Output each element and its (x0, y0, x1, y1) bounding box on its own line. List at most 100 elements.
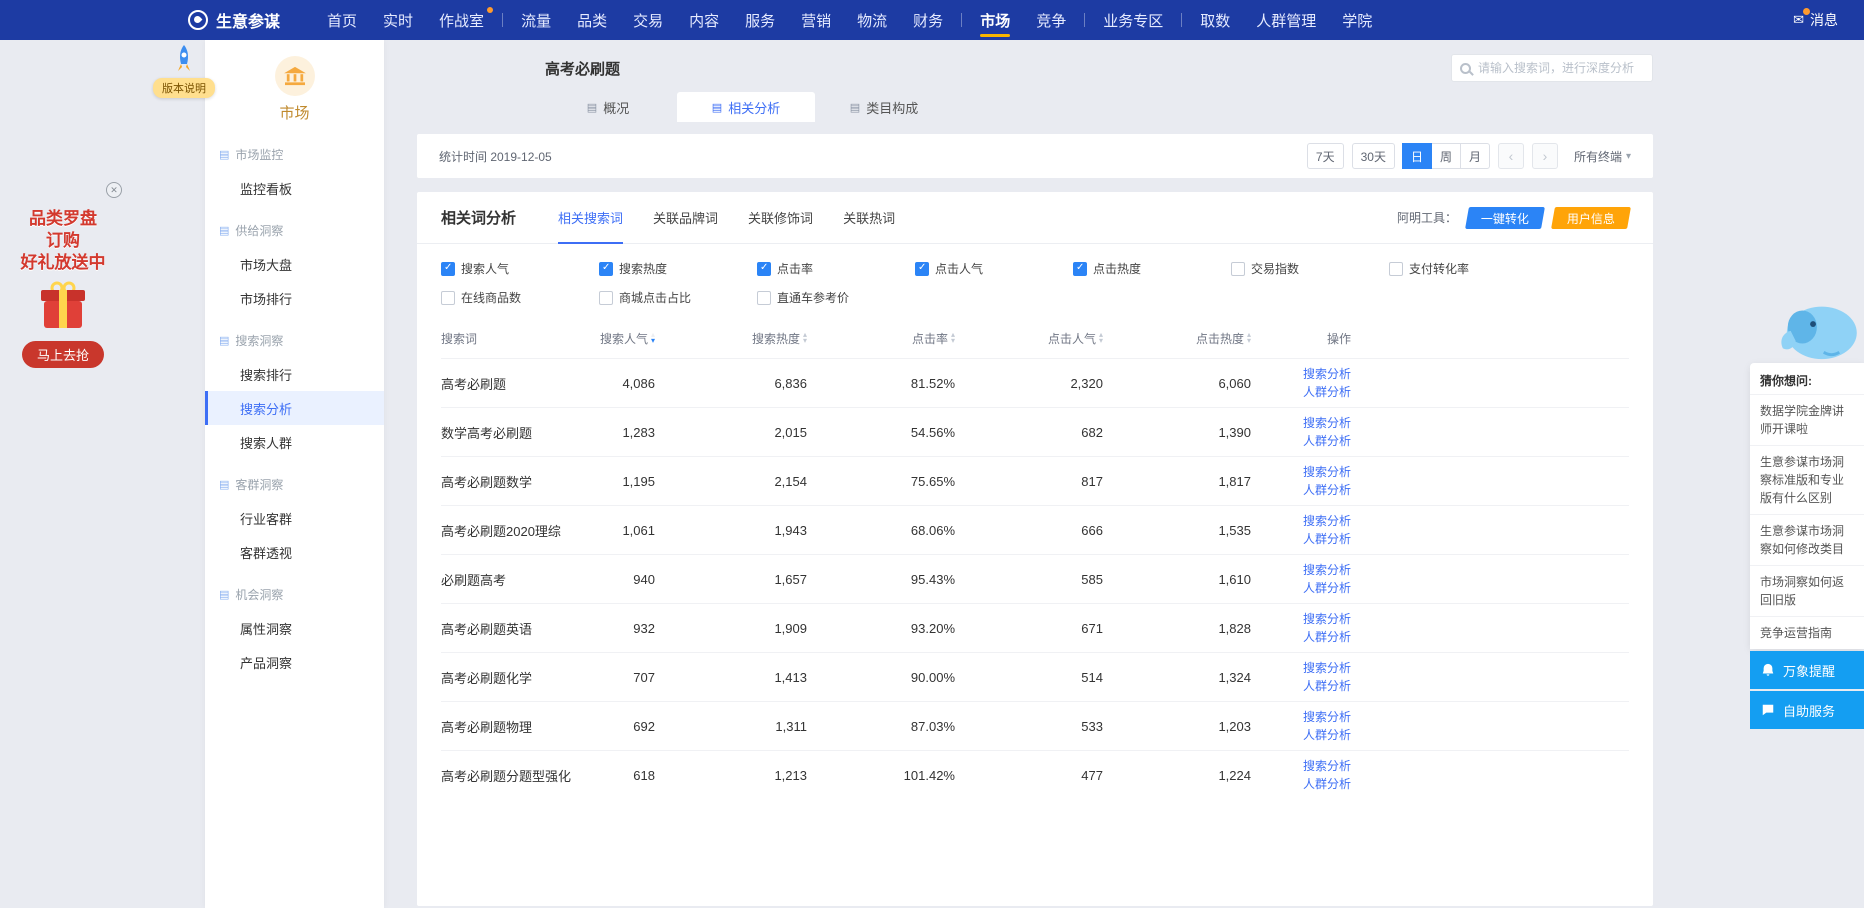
metric-column-header[interactable]: 搜索热度 ▴ ▾ (655, 330, 807, 347)
crowd-analysis-link[interactable]: 人群分析 (1251, 775, 1351, 793)
search-analysis-link[interactable]: 搜索分析 (1251, 610, 1351, 628)
metric-column-header[interactable]: 点击人气 ▴ ▾ (955, 330, 1103, 347)
user-info-button[interactable]: 用户信息 (1551, 207, 1631, 229)
nav-item[interactable]: 物流 (844, 0, 900, 40)
messages-button[interactable]: ✉ 消息 (1793, 10, 1838, 30)
checkbox[interactable] (915, 262, 929, 276)
keyword-search-box[interactable] (1451, 54, 1653, 82)
sidebar-item[interactable]: 搜索分析 (205, 391, 384, 425)
faq-question-link[interactable]: 竞争运营指南 (1750, 616, 1864, 649)
metric-column-header[interactable]: 点击热度 ▴ ▾ (1103, 330, 1251, 347)
sidebar-item[interactable]: 客群透视 (205, 535, 384, 569)
crowd-analysis-link[interactable]: 人群分析 (1251, 677, 1351, 695)
nav-item[interactable]: 取数 (1187, 0, 1243, 40)
search-analysis-link[interactable]: 搜索分析 (1251, 757, 1351, 775)
nav-item[interactable]: 财务 (900, 0, 956, 40)
search-analysis-link[interactable]: 搜索分析 (1251, 659, 1351, 677)
promo-banner[interactable]: ✕ 品类罗盘 订购 好礼放送中 马上去抢 (8, 208, 118, 368)
nav-item[interactable]: 品类 (564, 0, 620, 40)
nav-item[interactable]: 业务专区 (1090, 0, 1176, 40)
checkbox[interactable] (757, 262, 771, 276)
faq-question-link[interactable]: 生意参谋市场洞察标准版和专业版有什么区别 (1750, 445, 1864, 514)
sidebar-item[interactable]: ▤ 搜索洞察 (205, 323, 384, 357)
nav-item[interactable]: 首页 (314, 0, 370, 40)
search-analysis-link[interactable]: 搜索分析 (1251, 365, 1351, 383)
metric-checkbox[interactable]: 搜索热度 (599, 260, 757, 277)
app-logo[interactable]: 生意参谋 (188, 8, 280, 32)
sidebar-item[interactable]: 属性洞察 (205, 611, 384, 645)
sidebar-item[interactable]: ▤ 机会洞察 (205, 577, 384, 611)
checkbox[interactable] (757, 291, 771, 305)
search-icon[interactable] (1460, 63, 1471, 74)
nav-item[interactable]: 作战室 (426, 0, 497, 40)
metric-checkbox[interactable]: 点击率 (757, 260, 915, 277)
faq-question-link[interactable]: 市场洞察如何返回旧版 (1750, 565, 1864, 616)
promo-cta-button[interactable]: 马上去抢 (22, 341, 104, 368)
metric-checkbox[interactable]: 点击人气 (915, 260, 1073, 277)
checkbox[interactable] (599, 262, 613, 276)
crowd-analysis-link[interactable]: 人群分析 (1251, 432, 1351, 450)
nav-item[interactable]: 学院 (1329, 0, 1385, 40)
version-note[interactable]: 版本说明 (146, 44, 222, 98)
detail-tab[interactable]: ▤ 相关分析 (677, 92, 815, 122)
metric-checkbox[interactable]: 直通车参考价 (757, 289, 915, 306)
nav-item[interactable]: 服务 (732, 0, 788, 40)
metric-checkbox[interactable]: 支付转化率 (1389, 260, 1547, 277)
nav-item[interactable]: 市场 (967, 0, 1023, 40)
crowd-analysis-link[interactable]: 人群分析 (1251, 726, 1351, 744)
metric-checkbox[interactable]: 在线商品数 (441, 289, 599, 306)
range-button[interactable]: 30天 (1352, 143, 1395, 169)
terminal-dropdown[interactable]: 所有终端 ▾ (1574, 148, 1631, 165)
word-tab[interactable]: 关联热词 (843, 192, 895, 243)
sidebar-item[interactable]: ▤ 供给洞察 (205, 213, 384, 247)
sidebar-item[interactable]: 搜索排行 (205, 357, 384, 391)
faq-question-link[interactable]: 生意参谋市场洞察如何修改类目 (1750, 514, 1864, 565)
detail-tab[interactable]: ▤ 概况 (539, 92, 677, 122)
sidebar-item[interactable]: 市场排行 (205, 281, 384, 315)
range-button[interactable]: 7天 (1307, 143, 1344, 169)
search-analysis-link[interactable]: 搜索分析 (1251, 414, 1351, 432)
nav-item[interactable]: 流量 (508, 0, 564, 40)
crowd-analysis-link[interactable]: 人群分析 (1251, 579, 1351, 597)
nav-item[interactable]: 竞争 (1023, 0, 1079, 40)
metric-checkbox[interactable]: 商城点击占比 (599, 289, 757, 306)
checkbox[interactable] (1073, 262, 1087, 276)
sidebar-item[interactable]: ▤ 市场监控 (205, 137, 384, 171)
elephant-mascot[interactable] (1750, 292, 1864, 367)
metric-checkbox[interactable]: 交易指数 (1231, 260, 1389, 277)
sidebar-item[interactable]: ▤ 客群洞察 (205, 467, 384, 501)
sidebar-item[interactable]: 产品洞察 (205, 645, 384, 679)
metric-column-header[interactable]: 点击率 ▴ ▾ (807, 330, 955, 347)
search-analysis-link[interactable]: 搜索分析 (1251, 512, 1351, 530)
search-analysis-link[interactable]: 搜索分析 (1251, 561, 1351, 579)
checkbox[interactable] (441, 291, 455, 305)
crowd-analysis-link[interactable]: 人群分析 (1251, 628, 1351, 646)
nav-item[interactable]: 营销 (788, 0, 844, 40)
detail-tab[interactable]: ▤ 类目构成 (815, 92, 953, 122)
checkbox[interactable] (599, 291, 613, 305)
close-icon[interactable]: ✕ (106, 182, 122, 198)
prev-period-icon[interactable]: ‹ (1498, 143, 1524, 169)
self-service-button[interactable]: 自助服务 (1750, 691, 1864, 729)
search-analysis-link[interactable]: 搜索分析 (1251, 708, 1351, 726)
search-analysis-link[interactable]: 搜索分析 (1251, 463, 1351, 481)
nav-item[interactable]: 交易 (620, 0, 676, 40)
unit-button[interactable]: 周 (1431, 143, 1461, 169)
metric-checkbox[interactable]: 点击热度 (1073, 260, 1231, 277)
sidebar-item[interactable]: 行业客群 (205, 501, 384, 535)
crowd-analysis-link[interactable]: 人群分析 (1251, 383, 1351, 401)
crowd-analysis-link[interactable]: 人群分析 (1251, 481, 1351, 499)
one-key-convert-button[interactable]: 一键转化 (1465, 207, 1545, 229)
checkbox[interactable] (441, 262, 455, 276)
nav-item[interactable]: 实时 (370, 0, 426, 40)
metric-column-header[interactable]: 搜索人气 ▴ ▾ (591, 330, 655, 347)
word-tab[interactable]: 相关搜索词 (558, 192, 623, 243)
checkbox[interactable] (1231, 262, 1245, 276)
word-tab[interactable]: 关联品牌词 (653, 192, 718, 243)
version-label[interactable]: 版本说明 (153, 78, 215, 98)
crowd-analysis-link[interactable]: 人群分析 (1251, 530, 1351, 548)
metric-checkbox[interactable]: 搜索人气 (441, 260, 599, 277)
next-period-icon[interactable]: › (1532, 143, 1558, 169)
nav-item[interactable]: 人群管理 (1243, 0, 1329, 40)
search-input[interactable] (1478, 61, 1644, 75)
